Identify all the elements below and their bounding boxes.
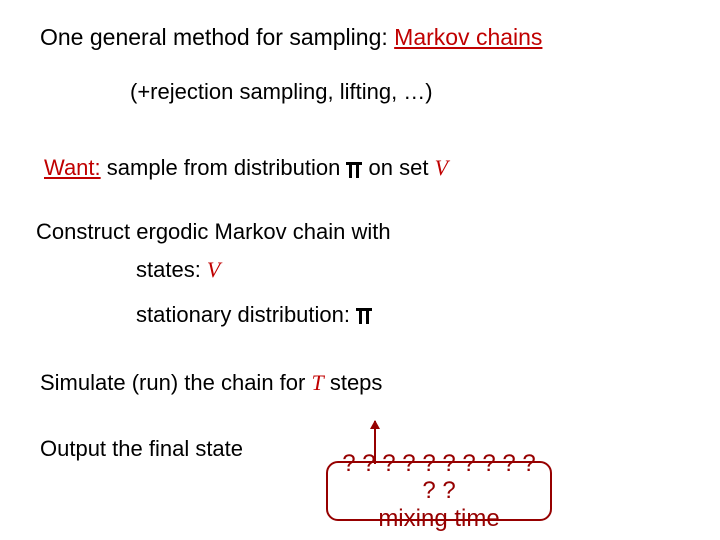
stationary-label: stationary distribution: [136,302,356,327]
states-label: states: [136,257,207,282]
stationary-line: stationary distribution: [136,302,372,328]
want-line: Want: sample from distribution on set V [44,155,448,181]
title-prefix: One general method for sampling: [40,24,394,50]
simulate-a: Simulate (run) the chain for [40,370,311,395]
states-line: states: V [136,257,220,283]
title-line: One general method for sampling: Markov … [40,24,542,51]
want-text-a: sample from distribution [101,155,347,180]
var-t: T [311,370,323,395]
pi-symbol [347,162,361,178]
simulate-line: Simulate (run) the chain for T steps [40,370,382,396]
output-line: Output the final state [40,436,243,462]
simulate-b: steps [324,370,383,395]
var-v: V [435,155,448,180]
states-v: V [207,257,220,282]
callout-text: ? ? ? ? ? ? ? ? ? ? ? ? mixing time [334,450,544,533]
title-emphasis: Markov chains [394,24,542,50]
subline: (+rejection sampling, lifting, …) [130,79,433,105]
mixing-time-callout: ? ? ? ? ? ? ? ? ? ? ? ? mixing time [326,461,552,521]
pi-symbol-2 [357,308,371,324]
construct-line: Construct ergodic Markov chain with [36,219,391,245]
want-label: Want: [44,155,101,180]
want-text-b: on set [362,155,434,180]
slide: One general method for sampling: Markov … [0,0,720,540]
